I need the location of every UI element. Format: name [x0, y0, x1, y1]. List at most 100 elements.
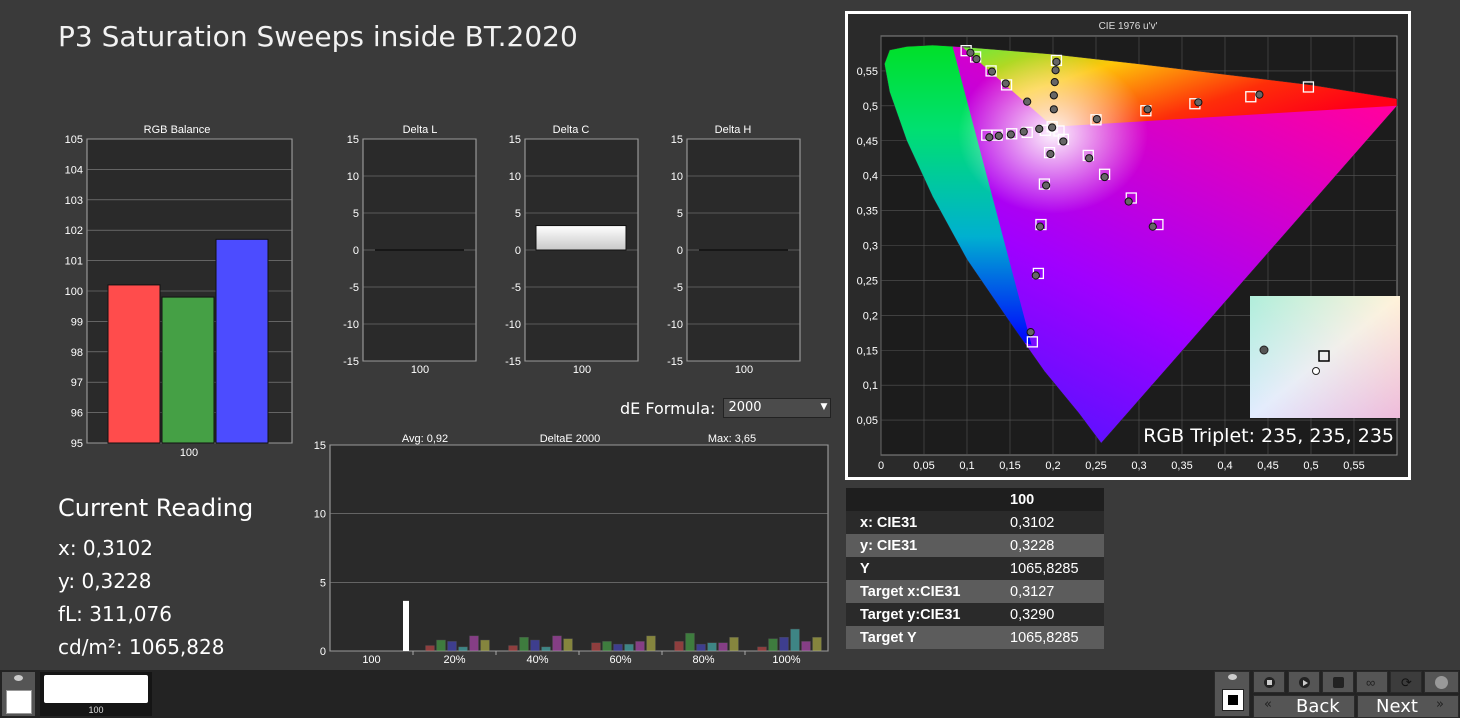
measured-point [1031, 271, 1040, 280]
measured-point [1085, 154, 1094, 163]
delta-l-x-label: 100 [411, 364, 429, 376]
bar [646, 635, 656, 652]
delta-l-title: Delta L [403, 124, 438, 136]
bar [425, 645, 435, 652]
measured-point [1050, 77, 1059, 87]
bar [535, 225, 627, 251]
bar [215, 238, 269, 444]
x-tick-label: 20% [443, 654, 465, 666]
y-tick-label: -15 [343, 356, 359, 368]
measured-point [972, 54, 981, 64]
bar [685, 632, 695, 652]
stop-button-panel[interactable] [1214, 671, 1250, 717]
loop-button[interactable]: ∞ [1356, 671, 1388, 693]
measured-point [1046, 149, 1055, 159]
y-tick-label: 0 [320, 646, 326, 658]
y-tick-label: 10 [347, 171, 359, 183]
reading-cdm2: cd/m²: 1065,828 [58, 635, 225, 659]
handle-icon [14, 675, 23, 681]
back-label: Back [1296, 696, 1340, 717]
zoom-inset [1250, 296, 1400, 418]
row-value: 0,3228 [996, 534, 1104, 557]
y-tick-label: 96 [71, 408, 83, 420]
bar [635, 641, 645, 652]
row-label: Y [846, 557, 996, 580]
play-button[interactable] [1288, 671, 1320, 693]
sidebar-toggle[interactable] [2, 672, 35, 716]
rgb-balance-title: RGB Balance [144, 124, 211, 136]
x-tick-label: 100% [772, 654, 800, 666]
table-row: x: CIE31 0,3102 [846, 511, 1104, 534]
bar [801, 641, 811, 652]
bar [161, 296, 215, 444]
x-tick-label: 100 [362, 654, 380, 666]
next-button[interactable]: Next » [1357, 695, 1459, 718]
table-row: Y 1065,8285 [846, 557, 1104, 580]
record-button[interactable] [1424, 671, 1459, 693]
y-tick-label: 0,5 [863, 101, 878, 113]
measured-point [987, 67, 997, 76]
y-tick-label: 0,55 [857, 66, 878, 78]
y-tick-label: 95 [71, 438, 83, 450]
measured-point [994, 131, 1003, 140]
y-tick-label: 105 [65, 134, 83, 146]
y-tick-label: 97 [71, 377, 83, 389]
y-tick-label: 5 [677, 208, 683, 220]
row-label: y: CIE31 [846, 534, 996, 557]
bar [674, 641, 684, 652]
delta-c-chart: Delta C 15 10 5 0 -5 -10 -15 100 [505, 124, 639, 376]
row-label: Target y:CIE31 [846, 603, 996, 626]
y-tick-label: 0,05 [857, 415, 878, 427]
y-tick-label: -15 [667, 356, 683, 368]
measured-point [1042, 181, 1051, 190]
deltae-max-label: Max: 3,65 [708, 433, 756, 445]
de-formula-row: dE Formula: 2000 ▼ [620, 398, 832, 418]
table-row: y: CIE31 0,3228 [846, 534, 1104, 557]
stop-circle-icon [1264, 677, 1275, 688]
table-row: Target y:CIE31 0,3290 [846, 603, 1104, 626]
de-formula-select[interactable]: 2000 ▼ [723, 398, 832, 418]
y-tick-label: 10 [671, 171, 683, 183]
y-tick-label: -10 [505, 319, 521, 331]
measured-point [1023, 97, 1032, 106]
y-tick-label: 103 [65, 195, 83, 207]
table-row: Target x:CIE31 0,3127 [846, 580, 1104, 603]
deltae-avg-label: Avg: 0,92 [402, 433, 448, 445]
measured-point [1001, 79, 1010, 88]
row-value: 0,3127 [996, 580, 1104, 603]
patch-thumbnail[interactable]: 100 [40, 672, 152, 716]
delta-h-chart: Delta H 15 10 5 0 -5 -10 -15 100 [667, 124, 801, 376]
measured-point [1092, 115, 1101, 124]
x-tick-label: 0,35 [1171, 460, 1192, 472]
patch-swatch [44, 675, 148, 703]
record-icon [1435, 676, 1448, 689]
y-tick-label: -5 [673, 282, 683, 294]
y-tick-label: -10 [667, 319, 683, 331]
delta-h-x-label: 100 [735, 364, 753, 376]
table-row: Target Y 1065,8285 [846, 626, 1104, 649]
x-tick-label: 0,25 [1085, 460, 1106, 472]
bar [812, 637, 822, 652]
bar [591, 642, 601, 652]
refresh-button[interactable]: ⟳ [1390, 671, 1422, 693]
measured-point [1019, 127, 1028, 136]
y-tick-label: 15 [671, 134, 683, 146]
x-tick-label: 0 [878, 460, 884, 472]
x-tick-label: 80% [692, 654, 714, 666]
current-reading: Current Reading x: 0,3102 y: 0,3228 fL: … [58, 494, 253, 664]
inset-measured-point [1259, 345, 1269, 355]
save-button[interactable] [1322, 671, 1354, 693]
measured-point [985, 133, 994, 142]
stop-button[interactable] [1253, 671, 1285, 693]
bar [403, 600, 409, 651]
y-tick-label: 99 [71, 316, 83, 328]
x-tick-label: 0,45 [1257, 460, 1278, 472]
row-value: 0,3290 [996, 603, 1104, 626]
next-label: Next [1376, 696, 1418, 717]
bar [458, 646, 468, 652]
row-label: x: CIE31 [846, 511, 996, 534]
back-button[interactable]: « Back [1253, 695, 1355, 718]
y-tick-label: 102 [65, 225, 83, 237]
page-title: P3 Saturation Sweeps inside BT.2020 [58, 20, 578, 53]
reading-table-col-header: 100 [996, 488, 1104, 511]
